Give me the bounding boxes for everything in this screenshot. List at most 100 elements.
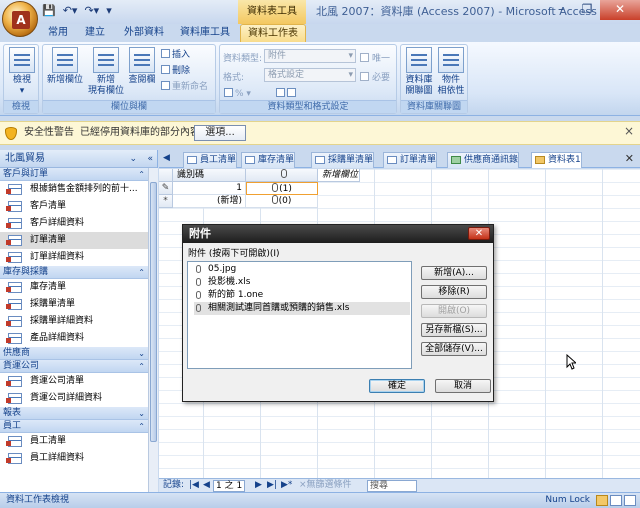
scrollbar-thumb[interactable] xyxy=(150,182,157,442)
relationships-button[interactable]: 資料庫 關聯圖 xyxy=(403,47,435,97)
nav-item[interactable]: 庫存清單 xyxy=(0,279,157,296)
nav-item-selected[interactable]: 訂單清單 xyxy=(0,232,157,249)
select-all-corner[interactable] xyxy=(159,169,173,182)
nav-menu-chevron-icon[interactable]: ⌄ xyxy=(129,150,137,168)
list-item[interactable]: 05.jpg xyxy=(194,263,236,276)
security-options-button[interactable]: 選項... xyxy=(194,125,246,141)
nav-item[interactable]: 根據銷售金額排列的前十... xyxy=(0,181,157,198)
format-combo[interactable]: 格式設定 xyxy=(264,68,356,82)
doc-tab-purchase-order-list[interactable]: 採購單清單 xyxy=(311,152,375,168)
insert-column-button[interactable]: 插入 xyxy=(161,49,190,61)
doc-tab-table1[interactable]: 資料表1 xyxy=(531,152,582,168)
doc-tabs-left-arrow-icon[interactable]: ◀ xyxy=(163,153,170,163)
nav-item[interactable]: 員工清單 xyxy=(0,433,157,450)
ok-button[interactable]: 確定 xyxy=(369,379,425,393)
shutter-bar-icon[interactable]: « xyxy=(147,150,153,168)
tab-database-tools[interactable]: 資料庫工具 xyxy=(174,24,236,42)
object-dependencies-button[interactable]: 物件 相依性 xyxy=(435,47,467,97)
pivot-table-view-icon[interactable] xyxy=(610,495,622,506)
redo-icon[interactable]: ↷▾ xyxy=(82,3,101,19)
design-view-icon[interactable] xyxy=(624,495,636,506)
current-record-field[interactable]: 1 之 1 xyxy=(213,480,246,492)
cancel-button[interactable]: 取消 xyxy=(435,379,491,393)
prev-record-icon[interactable]: ◀ xyxy=(203,479,210,492)
undo-icon[interactable]: ↶▾ xyxy=(61,3,80,19)
list-item[interactable]: 投影機.xls xyxy=(194,276,250,289)
nav-group-reports[interactable]: 報表 ⌄ xyxy=(0,407,157,420)
nav-item[interactable]: 訂單詳細資料 xyxy=(0,249,157,266)
decimal-buttons[interactable] xyxy=(276,88,298,100)
column-header-attachment[interactable] xyxy=(246,169,318,182)
row-selector-new[interactable]: * xyxy=(159,195,173,208)
nav-item[interactable]: 產品詳細資料 xyxy=(0,330,157,347)
list-item-selected[interactable]: 相關測試連同首購或預購的銷售.xls xyxy=(194,302,410,315)
nav-pane-scrollbar[interactable] xyxy=(148,168,158,492)
column-header-add-new-field[interactable]: 新增欄位 xyxy=(318,169,360,182)
new-field-button[interactable]: 新增欄位 xyxy=(45,47,85,86)
minimize-button[interactable]: – xyxy=(548,0,574,20)
row-selector[interactable]: ✎ xyxy=(159,182,173,195)
nav-item[interactable]: 採購單清單 xyxy=(0,296,157,313)
doc-tab-order-list[interactable]: 訂單清單 xyxy=(383,152,438,168)
office-button[interactable]: A xyxy=(2,1,38,37)
remove-attachment-button[interactable]: 移除(R) xyxy=(421,285,487,299)
first-record-icon[interactable]: |◀ xyxy=(189,479,199,492)
doc-tab-supplier-contacts[interactable]: 供應商通訊錄 xyxy=(447,152,520,168)
tab-create[interactable]: 建立 xyxy=(80,24,110,42)
nav-item[interactable]: 貨運公司清單 xyxy=(0,373,157,390)
column-header-id[interactable]: 識別碼 xyxy=(173,169,246,182)
new-record-icon[interactable]: ▶* xyxy=(281,479,292,492)
save-all-button[interactable]: 全部儲存(V)... xyxy=(421,342,487,356)
nav-item[interactable]: 貨運公司詳細資料 xyxy=(0,390,157,407)
data-type-combo[interactable]: 附件 xyxy=(264,49,356,63)
last-record-icon[interactable]: ▶| xyxy=(267,479,277,492)
tab-home[interactable]: 常用 xyxy=(40,24,76,42)
cell-id[interactable]: 1 xyxy=(173,182,246,195)
search-input[interactable]: 搜尋 xyxy=(367,480,417,492)
unique-checkbox[interactable]: 唯一 xyxy=(360,51,390,64)
new-field-icon xyxy=(52,47,78,73)
nav-group-inventory-purchasing[interactable]: 庫存與採購 ⌃ xyxy=(0,266,157,279)
close-document-icon[interactable]: ✕ xyxy=(625,152,634,165)
close-window-button[interactable]: ✕ xyxy=(600,0,640,20)
dialog-close-button[interactable]: ✕ xyxy=(468,227,490,240)
cell-attachment-new[interactable]: (0) xyxy=(246,195,318,208)
title-bar: 💾 ↶▾ ↷▾ ▾ 資料表工具 北風 2007：資料庫 (Access 2007… xyxy=(0,0,640,24)
list-item[interactable]: 新的節 1.one xyxy=(194,289,263,302)
doc-tab-employees-list[interactable]: 員工清單 xyxy=(183,152,238,168)
delete-column-button[interactable]: 刪除 xyxy=(161,65,190,77)
add-attachment-button[interactable]: 新增(A)... xyxy=(421,266,487,280)
nav-item[interactable]: 客戶清單 xyxy=(0,198,157,215)
nav-item[interactable]: 員工詳細資料 xyxy=(0,450,157,467)
cell-attachment[interactable]: (1) xyxy=(246,182,318,195)
view-button[interactable]: 檢視 ▾ xyxy=(8,47,36,97)
datasheet-view-icon[interactable] xyxy=(596,495,608,506)
form-icon xyxy=(245,156,255,164)
attachments-list[interactable]: 05.jpg 投影機.xls 新的節 1.one 相關測試連同首購或預購的銷售.… xyxy=(187,261,412,369)
customize-qat-icon[interactable]: ▾ xyxy=(104,3,114,19)
nav-item[interactable]: 客戶詳細資料 xyxy=(0,215,157,232)
tab-external-data[interactable]: 外部資料 xyxy=(116,24,172,42)
nav-group-customers-orders[interactable]: 客戶與訂單 ⌃ xyxy=(0,168,157,181)
cell-id-new[interactable]: (新增) xyxy=(173,195,246,208)
nav-pane-header[interactable]: 北風貿易 ⌄ « xyxy=(0,150,157,168)
doc-tab-inventory-list[interactable]: 庫存清單 xyxy=(241,152,296,168)
save-icon[interactable]: 💾 xyxy=(40,3,58,19)
add-existing-fields-button[interactable]: 新增 現有欄位 xyxy=(87,47,125,97)
nav-group-suppliers[interactable]: 供應商 ⌄ xyxy=(0,347,157,360)
save-as-button[interactable]: 另存新檔(S)... xyxy=(421,323,487,337)
nav-item[interactable]: 採購單詳細資料 xyxy=(0,313,157,330)
paperclip-icon xyxy=(280,169,287,178)
percent-button[interactable]: % ▾ xyxy=(224,88,251,100)
nav-group-employees[interactable]: 員工 ⌃ xyxy=(0,420,157,433)
next-record-icon[interactable]: ▶ xyxy=(255,479,262,492)
nav-group-shippers[interactable]: 貨運公司 ⌃ xyxy=(0,360,157,373)
lookup-column-button[interactable]: 查閱欄 xyxy=(127,47,157,86)
open-attachment-button[interactable]: 開啟(O) xyxy=(421,304,487,318)
restore-button[interactable]: ❐ xyxy=(574,0,600,20)
close-security-bar-icon[interactable]: × xyxy=(624,124,634,138)
required-checkbox[interactable]: 必要 xyxy=(360,70,390,83)
rename-column-button[interactable]: 重新命名 xyxy=(161,81,208,93)
filter-status[interactable]: ⨯ 無篩選條件 xyxy=(299,479,352,492)
tab-datasheet[interactable]: 資料工作表 xyxy=(240,24,306,42)
